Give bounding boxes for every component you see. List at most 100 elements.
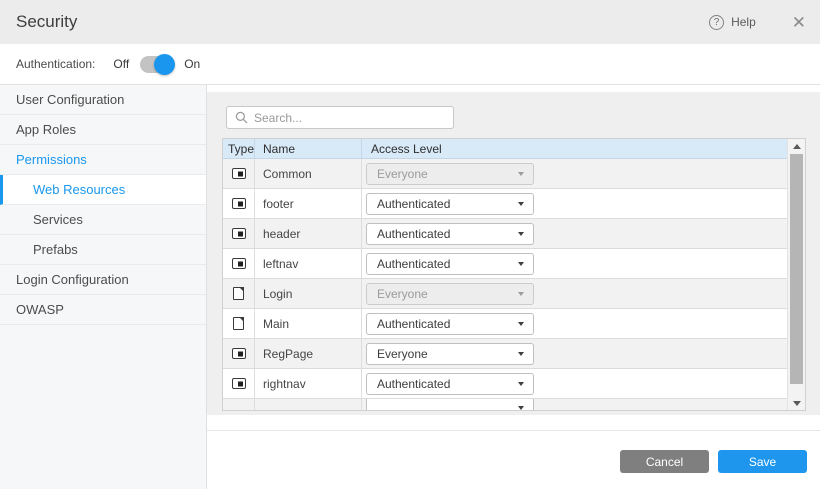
scroll-up-arrow-icon[interactable] [788, 139, 805, 153]
sidebar-item-app-roles[interactable]: App Roles [0, 115, 206, 145]
footer-divider [207, 430, 820, 431]
chevron-down-icon [518, 382, 524, 386]
titlebar: Security ? Help ✕ [0, 0, 820, 44]
resource-name: header [263, 227, 300, 241]
access-level-select[interactable] [366, 399, 534, 410]
resource-name: Login [263, 287, 292, 301]
column-header-access-level: Access Level [362, 139, 787, 158]
partial-icon [232, 228, 246, 239]
search-input[interactable] [254, 111, 453, 125]
sidebar-item-owasp[interactable]: OWASP [0, 295, 206, 325]
access-level-cell: Authenticated [362, 249, 787, 278]
sidebar-item-permissions[interactable]: Permissions [0, 145, 206, 175]
authentication-label: Authentication: [16, 57, 95, 71]
sidebar-item-user-configuration[interactable]: User Configuration [0, 85, 206, 115]
search-box [226, 106, 454, 129]
help-button[interactable]: ? Help [709, 15, 756, 30]
table-row-login: Login Everyone [223, 279, 787, 309]
authentication-bar: Authentication: Off On [0, 44, 820, 85]
sidebar-item-label: App Roles [16, 122, 76, 137]
access-level-select[interactable]: Authenticated [366, 313, 534, 335]
access-level-select[interactable]: Authenticated [366, 223, 534, 245]
access-level-value: Authenticated [377, 257, 450, 271]
access-level-select[interactable]: Authenticated [366, 373, 534, 395]
settings-sidebar: User Configuration App Roles Permissions… [0, 85, 207, 489]
sidebar-item-label: Web Resources [33, 182, 125, 197]
table-row-header: header Authenticated [223, 219, 787, 249]
resource-name: rightnav [263, 377, 306, 391]
sidebar-item-label: Prefabs [33, 242, 78, 257]
sidebar-item-label: OWASP [16, 302, 64, 317]
access-level-value: Authenticated [377, 317, 450, 331]
table-row-leftnav: leftnav Authenticated [223, 249, 787, 279]
column-header-name: Name [255, 139, 362, 158]
name-cell: Common [255, 159, 362, 188]
save-button[interactable]: Save [718, 450, 807, 473]
sidebar-item-label: Services [33, 212, 83, 227]
resource-name: RegPage [263, 347, 313, 361]
type-cell [223, 189, 255, 218]
chevron-down-icon [518, 352, 524, 356]
name-cell: footer [255, 189, 362, 218]
access-level-select[interactable]: Authenticated [366, 253, 534, 275]
table-row-clipped [223, 399, 787, 410]
toggle-knob [154, 54, 175, 75]
name-cell: Main [255, 309, 362, 338]
chevron-down-icon [518, 232, 524, 236]
type-cell [223, 369, 255, 398]
access-level-cell [362, 399, 787, 410]
main-content: Type Name Access Level Common Everyone f… [207, 85, 820, 489]
name-cell: RegPage [255, 339, 362, 368]
scroll-down-arrow-icon[interactable] [788, 396, 805, 410]
sidebar-item-prefabs[interactable]: Prefabs [0, 235, 206, 265]
name-cell [255, 399, 362, 410]
sidebar-item-label: Login Configuration [16, 272, 129, 287]
sidebar-item-login-configuration[interactable]: Login Configuration [0, 265, 206, 295]
table-row-regpage: RegPage Everyone [223, 339, 787, 369]
access-level-value: Everyone [377, 287, 428, 301]
type-cell [223, 279, 255, 308]
permissions-panel: Type Name Access Level Common Everyone f… [207, 92, 820, 415]
table-scrollbar[interactable] [787, 139, 805, 410]
access-level-cell: Authenticated [362, 189, 787, 218]
help-icon: ? [709, 15, 724, 30]
access-level-cell: Authenticated [362, 219, 787, 248]
resource-name: footer [263, 197, 294, 211]
access-level-value: Authenticated [377, 197, 450, 211]
access-level-value: Everyone [377, 347, 428, 361]
close-icon[interactable]: ✕ [792, 14, 806, 31]
column-header-type: Type [223, 139, 255, 158]
search-icon [235, 111, 248, 124]
access-level-cell: Everyone [362, 159, 787, 188]
cancel-button[interactable]: Cancel [620, 450, 709, 473]
scrollbar-thumb[interactable] [790, 154, 803, 384]
web-resources-table: Type Name Access Level Common Everyone f… [222, 138, 806, 411]
access-level-select[interactable]: Everyone [366, 343, 534, 365]
page-icon [233, 287, 244, 300]
partial-icon [232, 168, 246, 179]
partial-icon [232, 258, 246, 269]
type-cell [223, 219, 255, 248]
table-header: Type Name Access Level [223, 139, 787, 159]
table-row-main: Main Authenticated [223, 309, 787, 339]
sidebar-item-web-resources[interactable]: Web Resources [0, 175, 206, 205]
page-title: Security [16, 12, 77, 32]
chevron-down-icon [518, 406, 524, 410]
name-cell: Login [255, 279, 362, 308]
access-level-cell: Authenticated [362, 369, 787, 398]
name-cell: rightnav [255, 369, 362, 398]
partial-icon [232, 198, 246, 209]
page-icon [233, 317, 244, 330]
access-level-select: Everyone [366, 283, 534, 305]
authentication-toggle[interactable] [140, 56, 173, 73]
type-cell [223, 249, 255, 278]
sidebar-item-services[interactable]: Services [0, 205, 206, 235]
access-level-select[interactable]: Authenticated [366, 193, 534, 215]
resource-name: Common [263, 167, 312, 181]
type-cell [223, 159, 255, 188]
access-level-cell: Authenticated [362, 309, 787, 338]
chevron-down-icon [518, 202, 524, 206]
access-level-select: Everyone [366, 163, 534, 185]
table-row-common: Common Everyone [223, 159, 787, 189]
help-label: Help [731, 15, 756, 29]
